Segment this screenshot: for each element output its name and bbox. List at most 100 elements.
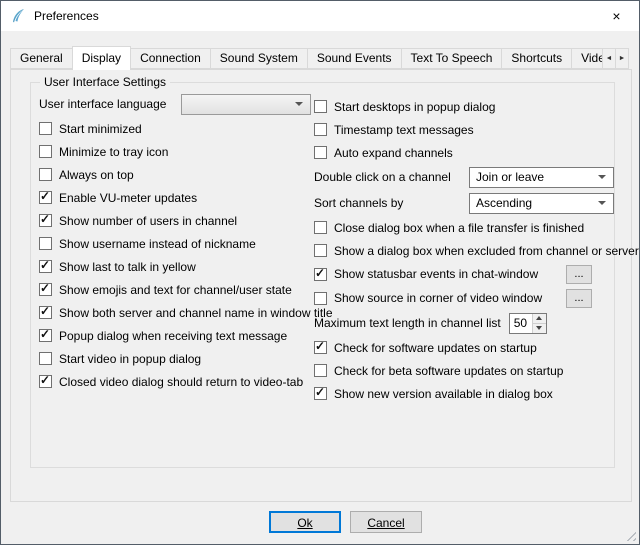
checkbox-label: Show both server and channel name in win… <box>59 306 333 320</box>
spinner-down-button[interactable] <box>533 323 546 333</box>
checkbox-icon <box>39 306 52 319</box>
checkbox-close-on-transfer-finished[interactable]: Close dialog box when a file transfer is… <box>314 216 614 239</box>
checkbox-icon[interactable] <box>314 292 327 305</box>
sort-channels-select[interactable]: Ascending <box>469 193 614 214</box>
double-click-select[interactable]: Join or leave <box>469 167 614 188</box>
tab-connection[interactable]: Connection <box>130 48 211 69</box>
checkbox-auto-expand-channels[interactable]: Auto expand channels <box>314 141 614 164</box>
checkbox-label: Popup dialog when receiving text message <box>59 329 287 343</box>
tab-scroll-left-button[interactable]: ◄ <box>602 48 616 69</box>
checkbox-icon <box>314 221 327 234</box>
checkbox-label: Timestamp text messages <box>334 123 474 137</box>
tab-display[interactable]: Display <box>72 46 131 70</box>
checkbox-server-channel-in-title[interactable]: Show both server and channel name in win… <box>39 301 311 324</box>
checkbox-label: Check for beta software updates on start… <box>334 364 563 378</box>
preferences-dialog: Preferences × General Display Connection… <box>0 0 640 545</box>
checkbox-timestamp-messages[interactable]: Timestamp text messages <box>314 118 614 141</box>
checkbox-username-instead-nickname[interactable]: Show username instead of nickname <box>39 232 311 255</box>
close-button[interactable]: × <box>594 1 639 31</box>
checkbox-icon <box>39 191 52 204</box>
tab-text-to-speech[interactable]: Text To Speech <box>401 48 503 69</box>
chevron-down-icon <box>295 102 303 106</box>
checkbox-label: Show statusbar events in chat-window <box>334 267 538 281</box>
checkbox-label: Show number of users in channel <box>59 214 237 228</box>
resize-grip-icon[interactable] <box>623 528 636 541</box>
display-tab-panel: User Interface Settings User interface l… <box>10 69 632 502</box>
checkbox-check-updates[interactable]: Check for software updates on startup <box>314 336 614 359</box>
tab-shortcuts[interactable]: Shortcuts <box>501 48 572 69</box>
tab-sound-system[interactable]: Sound System <box>210 48 308 69</box>
checkbox-start-minimized[interactable]: Start minimized <box>39 117 311 140</box>
app-logo-icon <box>10 8 26 24</box>
checkbox-icon <box>39 122 52 135</box>
language-select[interactable] <box>181 94 311 115</box>
checkbox-icon <box>314 387 327 400</box>
checkbox-icon <box>39 237 52 250</box>
checkbox-icon <box>39 375 52 388</box>
user-interface-settings-group: User Interface Settings User interface l… <box>30 82 615 468</box>
tab-bar: General Display Connection Sound System … <box>10 46 632 70</box>
checkbox-show-new-version-dialog[interactable]: Show new version available in dialog box <box>314 382 614 405</box>
max-text-length-row: Maximum text length in channel list 50 <box>314 310 614 336</box>
checkbox-icon <box>314 146 327 159</box>
checkbox-closed-video-return-tab[interactable]: Closed video dialog should return to vid… <box>39 370 311 393</box>
video-source-more-button[interactable]: ... <box>566 289 592 308</box>
checkbox-label: Start minimized <box>59 122 142 136</box>
language-label: User interface language <box>39 97 166 111</box>
checkbox-icon <box>39 168 52 181</box>
cancel-button[interactable]: Cancel <box>350 511 422 533</box>
sort-channels-row: Sort channels by Ascending <box>314 190 614 216</box>
tab-general[interactable]: General <box>10 48 73 69</box>
checkbox-label: Enable VU-meter updates <box>59 191 197 205</box>
checkbox-check-beta-updates[interactable]: Check for beta software updates on start… <box>314 359 614 382</box>
double-click-value: Join or leave <box>470 170 598 184</box>
language-row: User interface language <box>39 91 311 117</box>
spinner-up-button[interactable] <box>533 314 546 323</box>
double-click-label: Double click on a channel <box>314 170 451 184</box>
ok-button[interactable]: Ok <box>269 511 341 533</box>
checkbox-icon <box>39 352 52 365</box>
checkbox-desktops-popup[interactable]: Start desktops in popup dialog <box>314 95 614 118</box>
statusbar-events-row: Show statusbar events in chat-window ... <box>314 262 614 286</box>
checkbox-label: Show last to talk in yellow <box>59 260 196 274</box>
checkbox-icon <box>314 244 327 257</box>
checkbox-label: Show new version available in dialog box <box>334 387 553 401</box>
checkbox-last-to-talk-yellow[interactable]: Show last to talk in yellow <box>39 255 311 278</box>
checkbox-video-popup-dialog[interactable]: Start video in popup dialog <box>39 347 311 370</box>
checkbox-icon <box>314 123 327 136</box>
checkbox-icon <box>314 100 327 113</box>
statusbar-events-more-button[interactable]: ... <box>566 265 592 284</box>
checkbox-emojis-and-text[interactable]: Show emojis and text for channel/user st… <box>39 278 311 301</box>
checkbox-always-on-top[interactable]: Always on top <box>39 163 311 186</box>
spinner-buttons <box>532 314 546 333</box>
chevron-down-icon <box>598 175 606 179</box>
title-bar[interactable]: Preferences × <box>1 1 639 31</box>
left-column: User interface language Start minimized … <box>39 91 311 393</box>
group-title: User Interface Settings <box>40 75 170 89</box>
sort-channels-label: Sort channels by <box>314 196 403 210</box>
checkbox-icon <box>39 214 52 227</box>
checkbox-label: Show emojis and text for channel/user st… <box>59 283 292 297</box>
video-source-row: Show source in corner of video window ..… <box>314 286 614 310</box>
max-text-length-spinner[interactable]: 50 <box>509 313 547 334</box>
checkbox-label: Minimize to tray icon <box>59 145 168 159</box>
checkbox-vu-meter-updates[interactable]: Enable VU-meter updates <box>39 186 311 209</box>
checkbox-popup-on-text-message[interactable]: Popup dialog when receiving text message <box>39 324 311 347</box>
checkbox-show-user-count[interactable]: Show number of users in channel <box>39 209 311 232</box>
checkbox-label: Close dialog box when a file transfer is… <box>334 221 584 235</box>
tab-sound-events[interactable]: Sound Events <box>307 48 402 69</box>
arrow-down-icon <box>536 326 542 330</box>
checkbox-label: Auto expand channels <box>334 146 453 160</box>
checkbox-label: Closed video dialog should return to vid… <box>59 375 303 389</box>
tab-scroll-right-button[interactable]: ► <box>615 48 629 69</box>
checkbox-icon <box>39 283 52 296</box>
checkbox-minimize-to-tray[interactable]: Minimize to tray icon <box>39 140 311 163</box>
arrow-left-icon: ◄ <box>606 55 613 62</box>
checkbox-label: Start video in popup dialog <box>59 352 201 366</box>
checkbox-icon[interactable] <box>314 268 327 281</box>
checkbox-icon <box>39 260 52 273</box>
close-icon: × <box>612 8 620 24</box>
checkbox-label: Always on top <box>59 168 134 182</box>
tab-scroller: ◄ ► <box>603 48 629 69</box>
checkbox-dialog-when-excluded[interactable]: Show a dialog box when excluded from cha… <box>314 239 614 262</box>
